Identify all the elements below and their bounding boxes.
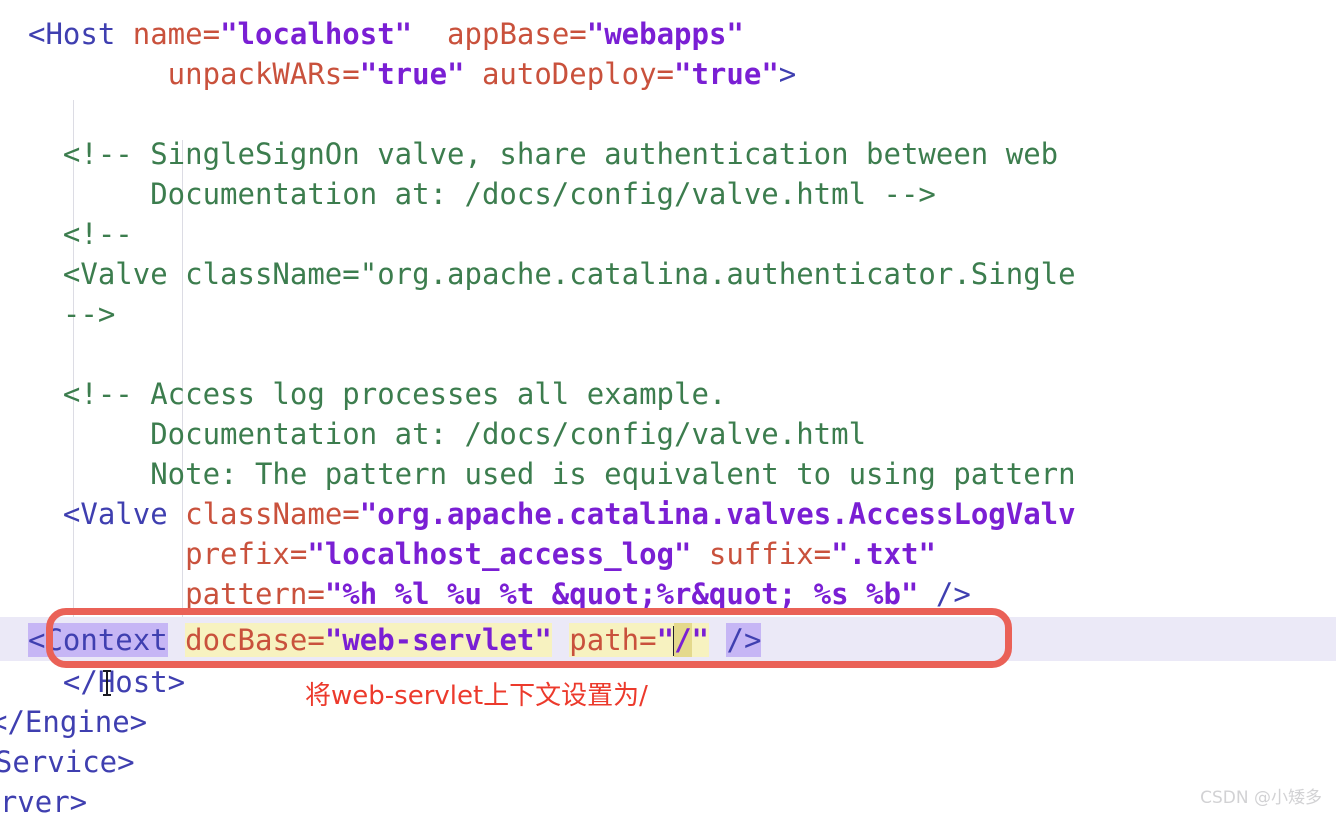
line-comment-close-seg-0: --> xyxy=(28,297,116,331)
path-highlight: path="/" xyxy=(569,623,710,657)
docbase-highlight: docBase="web-servlet" xyxy=(185,623,552,657)
line-comment-access-3-seg-0: Note: The pattern used is equivalent to … xyxy=(28,457,1076,491)
line-comment-sso-2-seg-0: Documentation at: /docs/config/valve.htm… xyxy=(28,177,936,211)
context-space-2 xyxy=(552,623,569,657)
line-valve-accesslog[interactable]: <Valve className="org.apache.catalina.va… xyxy=(0,494,1076,534)
line-host-open-seg-4: "webapps" xyxy=(586,17,744,51)
path-quote-open: " xyxy=(656,623,675,657)
line-host-open-seg-0: <Host xyxy=(28,17,133,51)
context-open-tag: <Context xyxy=(28,623,168,657)
line-service-close[interactable]: </Service> xyxy=(0,742,135,782)
line-host-attrs-2-seg-4: > xyxy=(778,57,797,91)
line-host-attrs-2-seg-0: unpackWARs= xyxy=(28,57,360,91)
line-valve-prefix-seg-0: prefix= xyxy=(28,537,308,571)
line-host-attrs-2-seg-1: "true" xyxy=(359,57,465,91)
line-host-attrs-2[interactable]: unpackWARs="true" autoDeploy="true"> xyxy=(0,54,797,94)
line-comment-valve-sso[interactable]: <Valve className="org.apache.catalina.au… xyxy=(0,254,1076,294)
line-comment-access-1-seg-0: <!-- Access log processes all example. xyxy=(28,377,727,411)
line-valve-pattern-seg-2: /> xyxy=(918,577,971,611)
line-comment-sso-1[interactable]: <!-- SingleSignOn valve, share authentic… xyxy=(0,134,1058,174)
line-valve-accesslog-seg-2: "org.apache.catalina.valves.AccessLogVal… xyxy=(359,497,1076,531)
line-comment-access-2-seg-0: Documentation at: /docs/config/valve.htm… xyxy=(28,417,867,451)
path-attr-name: path= xyxy=(569,623,657,657)
code-editor[interactable]: <Host name="localhost" appBase="webapps"… xyxy=(0,0,1336,826)
line-host-attrs-2-seg-3: "true" xyxy=(674,57,779,91)
line-valve-pattern-seg-1: "%h %l %u %t &quot;%r&quot; %s %b" xyxy=(324,577,919,611)
line-blank-2[interactable] xyxy=(0,334,28,374)
line-valve-prefix[interactable]: prefix="localhost_access_log" suffix=".t… xyxy=(0,534,936,574)
line-host-open-seg-3: appBase= xyxy=(412,17,587,51)
line-comment-sso-1-seg-0: <!-- SingleSignOn valve, share authentic… xyxy=(28,137,1059,171)
line-host-open-seg-1: name= xyxy=(132,17,221,51)
path-quote-close: " xyxy=(691,623,710,657)
line-comment-sso-2[interactable]: Documentation at: /docs/config/valve.htm… xyxy=(0,174,936,214)
context-line[interactable]: <Context docBase="web-servlet" path="/" … xyxy=(0,620,762,660)
line-comment-access-3[interactable]: Note: The pattern used is equivalent to … xyxy=(0,454,1076,494)
path-attr-value: / xyxy=(674,623,692,657)
line-host-open-seg-2: "localhost" xyxy=(220,17,413,51)
line-comment-access-2[interactable]: Documentation at: /docs/config/valve.htm… xyxy=(0,414,866,454)
line-comment-access-1[interactable]: <!-- Access log processes all example. xyxy=(0,374,726,414)
line-valve-pattern[interactable]: pattern="%h %l %u %t &quot;%r&quot; %s %… xyxy=(0,574,971,614)
line-valve-prefix-seg-3: ".txt" xyxy=(831,537,936,571)
line-valve-accesslog-seg-0: <Valve xyxy=(28,497,186,531)
line-server-close[interactable]: </Server> xyxy=(0,782,87,822)
watermark: CSDN @小矮多 xyxy=(1200,788,1322,808)
line-blank-1[interactable] xyxy=(0,94,28,134)
line-comment-close[interactable]: --> xyxy=(0,294,115,334)
line-valve-accesslog-seg-1: className= xyxy=(185,497,360,531)
context-space-3 xyxy=(709,623,726,657)
callout-annotation-text: 将web-servlet上下文设置为/ xyxy=(305,681,648,711)
line-valve-pattern-seg-0: pattern= xyxy=(28,577,325,611)
line-engine-close[interactable]: </Engine> xyxy=(0,702,147,742)
docbase-attr-name: docBase= xyxy=(185,623,325,657)
text-cursor-icon xyxy=(103,670,111,696)
line-host-open[interactable]: <Host name="localhost" appBase="webapps" xyxy=(0,14,744,54)
context-space-1 xyxy=(168,623,185,657)
line-comment-open[interactable]: <!-- xyxy=(0,214,133,254)
line-host-attrs-2-seg-2: autoDeploy= xyxy=(464,57,675,91)
line-comment-open-seg-0: <!-- xyxy=(28,217,133,251)
docbase-attr-value: "web-servlet" xyxy=(324,623,552,657)
line-valve-prefix-seg-2: suffix= xyxy=(691,537,832,571)
context-self-close: /> xyxy=(726,623,762,657)
line-comment-valve-sso-seg-0: <Valve className="org.apache.catalina.au… xyxy=(28,257,1076,291)
line-valve-prefix-seg-1: "localhost_access_log" xyxy=(307,537,692,571)
